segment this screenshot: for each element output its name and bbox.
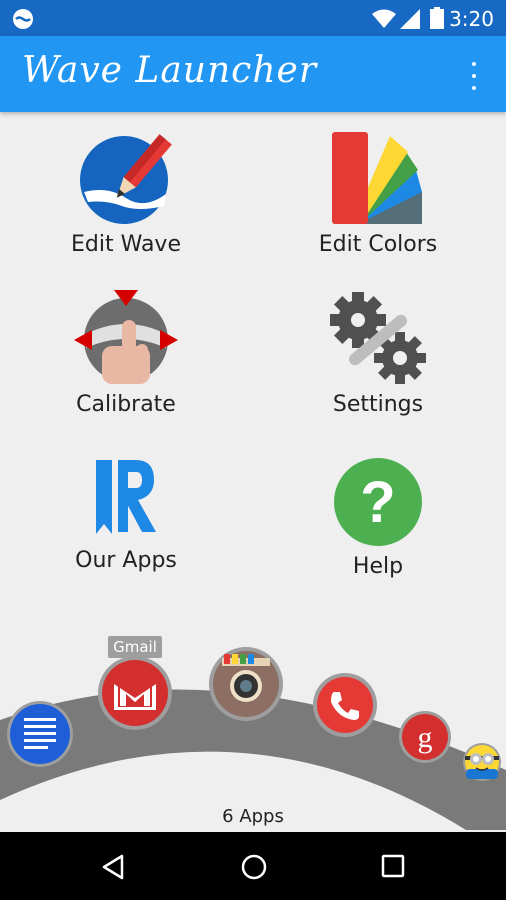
battery-icon (430, 7, 444, 29)
edit-wave-icon (80, 134, 172, 224)
docs-icon[interactable] (6, 700, 74, 768)
svg-text:g: g (418, 721, 433, 754)
camera-icon[interactable] (208, 646, 284, 722)
svg-text:?: ? (360, 470, 395, 535)
google-plus-icon[interactable]: g (398, 710, 452, 764)
menu-item-calibrate[interactable]: Calibrate (16, 290, 236, 417)
notification-icon (13, 9, 33, 29)
gmail-icon[interactable] (96, 654, 174, 732)
app-title: Wave Launcher (22, 50, 318, 91)
menu-label: Settings (332, 392, 424, 417)
menu-label: Our Apps (75, 548, 177, 573)
minion-icon[interactable] (462, 742, 502, 782)
phone-icon[interactable] (312, 672, 378, 738)
menu-item-edit-wave[interactable]: Edit Wave (16, 130, 236, 257)
menu-label: Calibrate (76, 392, 176, 417)
status-time: 3:20 (449, 7, 494, 31)
wifi-icon (372, 9, 396, 28)
back-icon[interactable] (100, 854, 126, 880)
more-vert-icon[interactable] (464, 62, 484, 90)
help-icon: ? (334, 458, 422, 546)
menu-label: Help (352, 554, 404, 579)
menu-label: Edit Wave (71, 232, 181, 257)
app-count-label: 6 Apps (222, 806, 284, 827)
menu-item-edit-colors[interactable]: Edit Colors (268, 130, 488, 257)
palette-icon (332, 132, 422, 224)
gear-icon (330, 292, 426, 384)
status-bar: 3:20 (0, 0, 506, 36)
menu-label: Edit Colors (318, 232, 438, 257)
our-apps-icon (96, 460, 156, 534)
cell-signal-icon (400, 9, 420, 29)
menu-item-help[interactable]: ? Help (268, 456, 488, 579)
recents-icon[interactable] (381, 854, 405, 878)
home-icon[interactable] (240, 853, 268, 881)
calibrate-icon (74, 290, 178, 384)
app-bar: Wave Launcher (0, 36, 506, 112)
navigation-bar (0, 832, 506, 900)
menu-item-our-apps[interactable]: Our Apps (16, 456, 236, 573)
menu-item-settings[interactable]: Settings (268, 290, 488, 417)
